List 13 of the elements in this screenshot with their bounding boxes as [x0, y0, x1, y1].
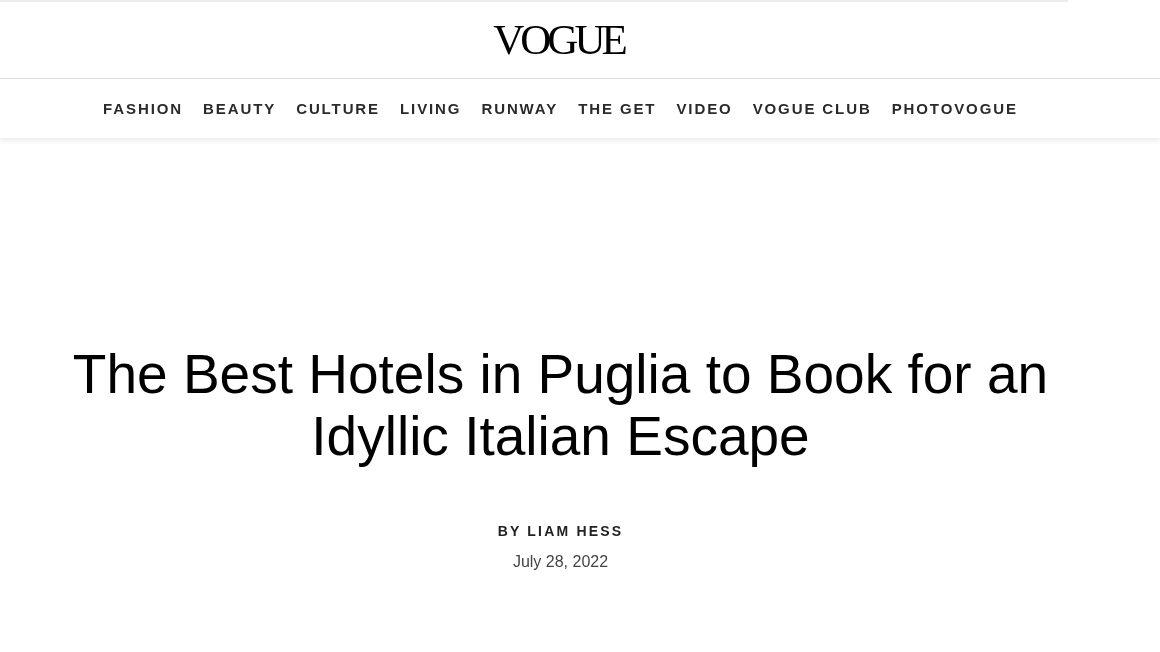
- nav-link[interactable]: LIVING: [400, 100, 462, 117]
- nav-link[interactable]: FASHION: [103, 100, 184, 117]
- nav-link[interactable]: THE GET: [578, 100, 657, 117]
- article-headline: The Best Hotels in Puglia to Book for an Idyllic Italian Escape: [71, 343, 1050, 467]
- publish-date: July 28, 2022: [512, 553, 609, 571]
- nav-link[interactable]: VIDEO: [676, 100, 733, 117]
- author-byline: BY LIAM HESS: [497, 523, 624, 539]
- nav-link[interactable]: RUNWAY: [481, 100, 559, 117]
- site-logo[interactable]: VOGUE: [493, 21, 628, 59]
- nav-link[interactable]: VOGUE CLUB: [752, 100, 872, 117]
- nav-link[interactable]: PHOTOVOGUE: [891, 100, 1018, 117]
- nav-link[interactable]: CULTURE: [296, 100, 380, 117]
- nav-link[interactable]: BEAUTY: [203, 100, 277, 117]
